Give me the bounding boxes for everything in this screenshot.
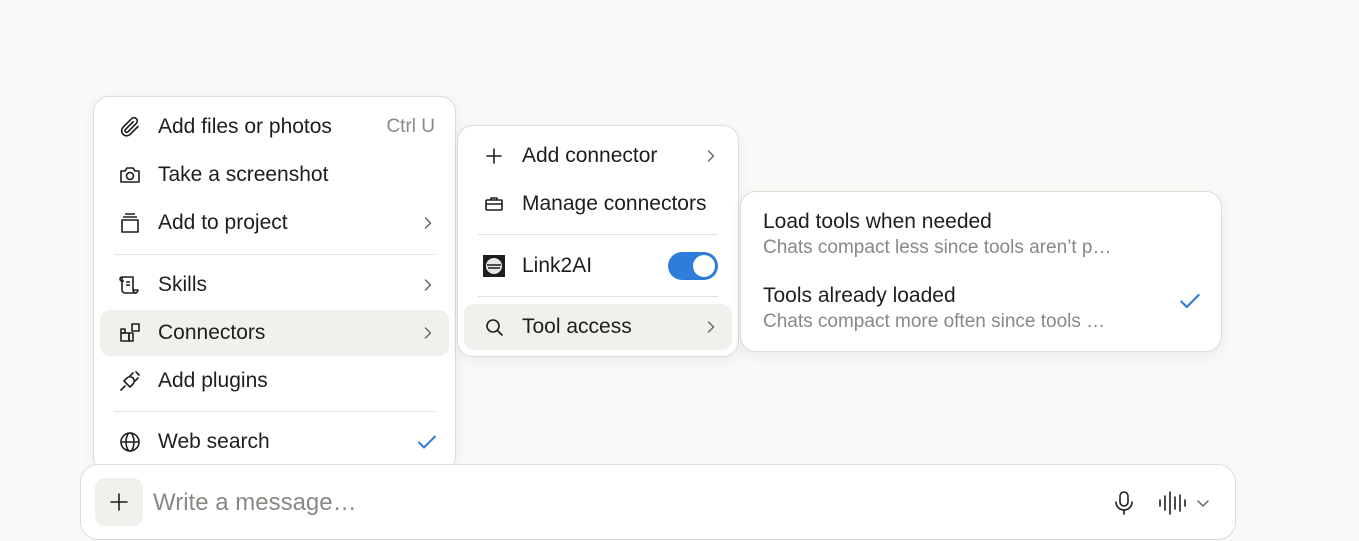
camera-icon bbox=[118, 163, 142, 187]
attachment-menu: Add files or photos Ctrl U Take a screen… bbox=[93, 96, 456, 473]
menu-item-add-to-project[interactable]: Add to project bbox=[100, 200, 449, 246]
connectors-blocks-icon bbox=[118, 321, 142, 345]
connector-link2ai[interactable]: Link2AI bbox=[464, 243, 732, 289]
menu-item-web-search[interactable]: Web search bbox=[100, 419, 449, 465]
chevron-down-icon bbox=[1197, 500, 1209, 507]
attach-button[interactable] bbox=[95, 478, 143, 526]
menu-item-skills[interactable]: Skills bbox=[100, 262, 449, 308]
connectors-submenu: Add connector Manage connectors Link2AI … bbox=[457, 125, 739, 357]
option-description: Chats compact more often since tools … bbox=[763, 311, 1106, 332]
toggle-knob bbox=[693, 255, 715, 277]
plug-icon bbox=[118, 369, 142, 393]
plus-icon bbox=[110, 493, 128, 511]
menu-item-label: Connectors bbox=[158, 321, 266, 344]
menu-divider bbox=[114, 411, 435, 412]
globe-icon bbox=[118, 430, 142, 454]
menu-item-tool-access[interactable]: Tool access bbox=[464, 304, 732, 350]
project-stack-icon bbox=[118, 211, 142, 235]
menu-item-label: Web search bbox=[158, 430, 270, 453]
menu-item-label: Manage connectors bbox=[522, 192, 707, 215]
menu-item-connectors[interactable]: Connectors bbox=[100, 310, 449, 356]
chevron-right-icon bbox=[424, 217, 432, 229]
message-input[interactable] bbox=[153, 483, 1053, 523]
checkmark-icon bbox=[1180, 293, 1200, 309]
briefcase-icon bbox=[482, 192, 506, 216]
checkmark-icon bbox=[418, 435, 436, 449]
paperclip-icon bbox=[118, 115, 142, 139]
option-load-tools-when-needed[interactable]: Load tools when needed Chats compact les… bbox=[741, 192, 1221, 262]
menu-divider bbox=[478, 234, 718, 235]
menu-item-label: Link2AI bbox=[522, 254, 593, 277]
menu-item-label: Add connector bbox=[522, 144, 658, 167]
plus-icon bbox=[482, 144, 506, 168]
voice-mode-button[interactable] bbox=[1157, 487, 1221, 519]
option-title: Load tools when needed bbox=[763, 210, 992, 233]
skills-scroll-icon bbox=[118, 273, 142, 297]
chevron-right-icon bbox=[707, 150, 715, 162]
menu-item-label: Add files or photos bbox=[158, 115, 332, 138]
menu-divider bbox=[114, 254, 435, 255]
keyboard-shortcut: Ctrl U bbox=[386, 116, 435, 137]
menu-item-add-plugins[interactable]: Add plugins bbox=[100, 358, 449, 404]
menu-item-label: Take a screenshot bbox=[158, 163, 329, 186]
menu-divider bbox=[478, 296, 718, 297]
chevron-right-icon bbox=[707, 321, 715, 333]
microphone-icon bbox=[1115, 491, 1133, 515]
menu-item-add-files[interactable]: Add files or photos Ctrl U bbox=[100, 104, 449, 150]
link2ai-toggle[interactable] bbox=[668, 252, 718, 280]
microphone-button[interactable] bbox=[1109, 487, 1139, 519]
menu-item-label: Tool access bbox=[522, 315, 632, 338]
waveform-icon bbox=[1159, 491, 1186, 515]
menu-item-label: Add to project bbox=[158, 211, 288, 234]
link2ai-logo-icon bbox=[482, 254, 506, 278]
chevron-right-icon bbox=[424, 279, 432, 291]
option-tools-already-loaded[interactable]: Tools already loaded Chats compact more … bbox=[741, 266, 1221, 336]
search-icon bbox=[482, 315, 506, 339]
menu-item-manage-connectors[interactable]: Manage connectors bbox=[464, 181, 732, 227]
menu-item-label: Skills bbox=[158, 273, 208, 296]
chevron-right-icon bbox=[424, 327, 432, 339]
menu-item-add-connector[interactable]: Add connector bbox=[464, 133, 732, 179]
menu-item-take-screenshot[interactable]: Take a screenshot bbox=[100, 152, 449, 198]
option-description: Chats compact less since tools aren’t p… bbox=[763, 237, 1112, 258]
message-composer bbox=[80, 464, 1236, 540]
menu-item-label: Add plugins bbox=[158, 369, 268, 392]
tool-access-submenu: Load tools when needed Chats compact les… bbox=[740, 191, 1222, 352]
option-title: Tools already loaded bbox=[763, 284, 956, 307]
